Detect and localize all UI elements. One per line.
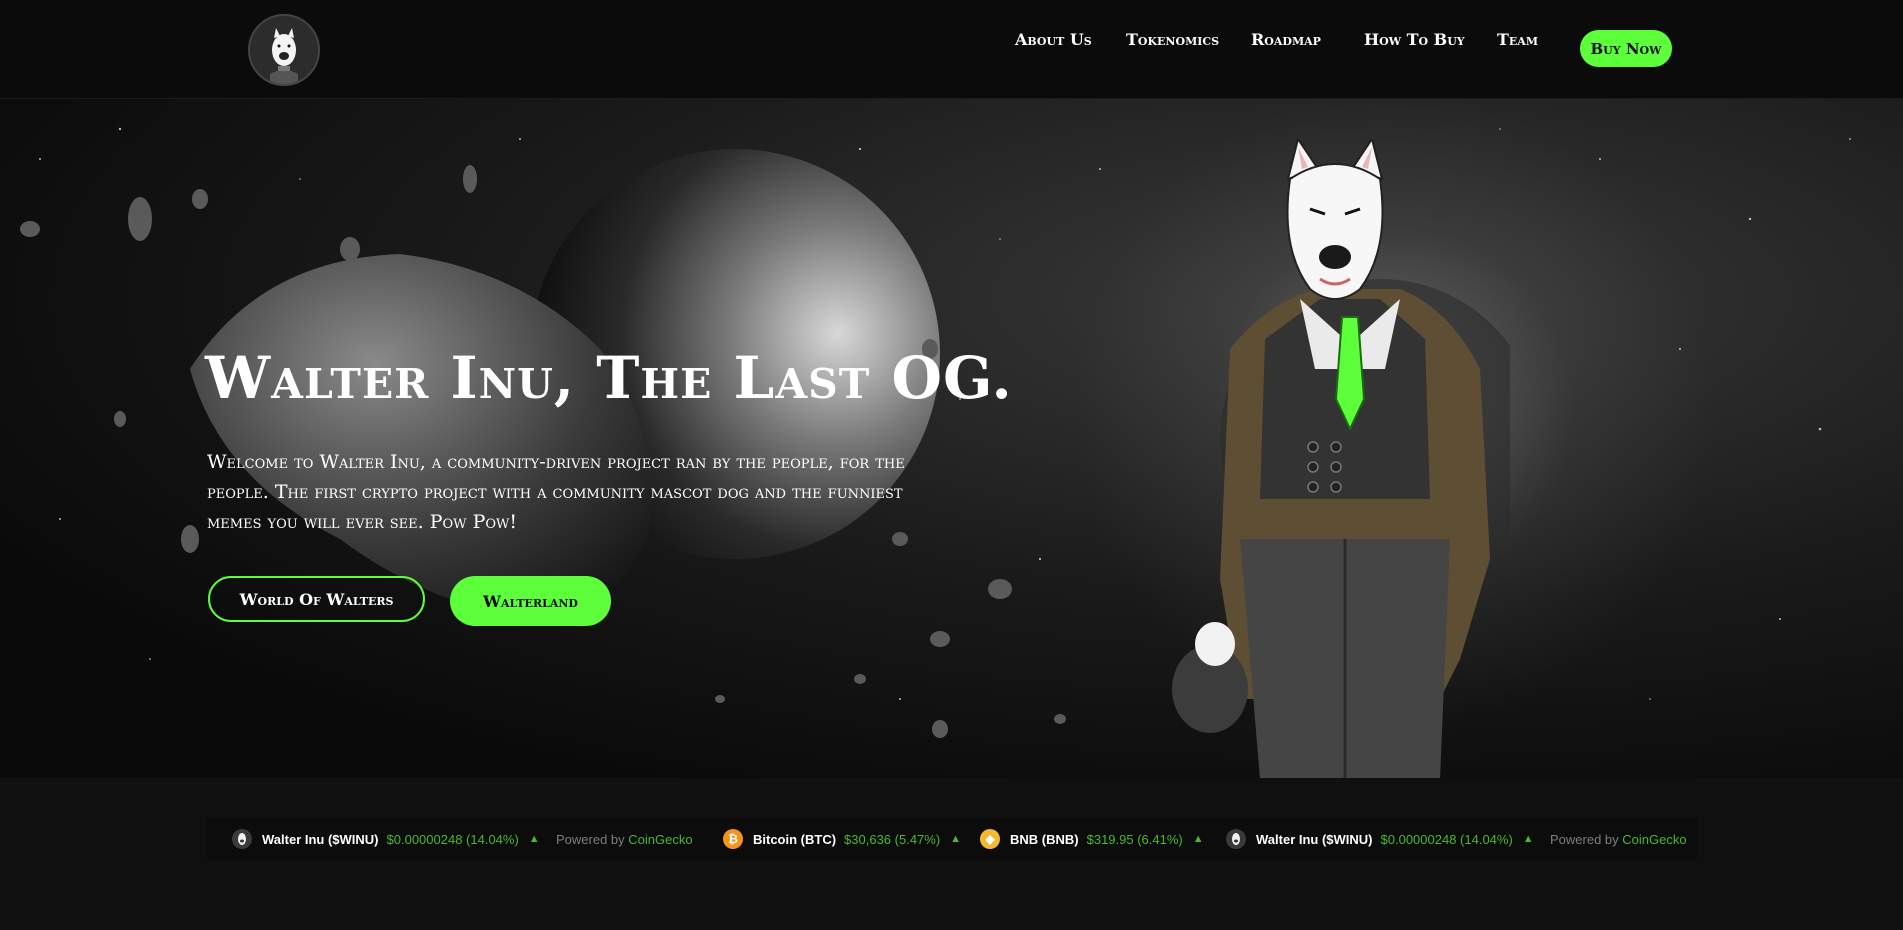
powered-by: Powered by CoinGecko bbox=[1550, 831, 1687, 847]
bnb-icon: ◆ bbox=[980, 829, 1000, 849]
walter-logo-icon[interactable] bbox=[248, 14, 320, 86]
buy-now-button[interactable]: Buy Now bbox=[1580, 30, 1672, 67]
price-ticker: Walter Inu ($WINU) $0.00000248 (14.04%) … bbox=[207, 817, 1697, 861]
price-up-arrow-icon: ▲ bbox=[1522, 833, 1534, 845]
hero-title: Walter Inu, The Last OG. bbox=[205, 344, 1013, 412]
ticker-item[interactable]: Walter Inu ($WINU) $0.00000248 (14.04%) … bbox=[1226, 817, 1534, 861]
nav-about-us[interactable]: About Us bbox=[1015, 30, 1092, 49]
price-up-arrow-icon: ▲ bbox=[1192, 833, 1204, 845]
coingecko-link[interactable]: CoinGecko bbox=[628, 832, 692, 847]
nav-team[interactable]: Team bbox=[1497, 30, 1538, 49]
coin-name: Walter Inu ($WINU) bbox=[262, 831, 379, 847]
nav-roadmap[interactable]: Roadmap bbox=[1251, 30, 1321, 49]
coingecko-link[interactable]: CoinGecko bbox=[1622, 832, 1686, 847]
hero-description: Welcome to Walter Inu, a community-drive… bbox=[207, 451, 905, 533]
ticker-item[interactable]: Walter Inu ($WINU) $0.00000248 (14.04%) … bbox=[232, 817, 540, 861]
coin-price: $30,636 (5.47%) bbox=[844, 831, 941, 847]
bitcoin-icon: ₿ bbox=[723, 829, 743, 849]
walter-mascot-image bbox=[1172, 139, 1510, 778]
space-background bbox=[20, 127, 1851, 738]
ticker-item[interactable]: ₿ Bitcoin (BTC) $30,636 (5.47%) ▲ bbox=[723, 817, 961, 861]
walterland-button[interactable]: Walterland bbox=[450, 576, 611, 626]
ticker-item[interactable]: ◆ BNB (BNB) $319.95 (6.41%) ▲ bbox=[980, 817, 1204, 861]
price-up-arrow-icon: ▲ bbox=[950, 833, 962, 845]
world-of-walters-button[interactable]: World Of Walters bbox=[208, 576, 425, 622]
price-up-arrow-icon: ▲ bbox=[528, 833, 540, 845]
hero-section: Walter Inu, The Last OG. Welcome to Walt… bbox=[0, 99, 1903, 778]
site-header: About Us Tokenomics Roadmap How To Buy T… bbox=[0, 0, 1903, 99]
coin-name: Walter Inu ($WINU) bbox=[1256, 831, 1373, 847]
powered-by: Powered by CoinGecko bbox=[556, 831, 693, 847]
coin-price: $0.00000248 (14.04%) bbox=[1380, 831, 1513, 847]
coin-price: $319.95 (6.41%) bbox=[1086, 831, 1183, 847]
nav-how-to-buy[interactable]: How To Buy bbox=[1364, 30, 1465, 49]
nav-tokenomics[interactable]: Tokenomics bbox=[1126, 30, 1219, 49]
coin-price: $0.00000248 (14.04%) bbox=[386, 831, 519, 847]
coin-name: Bitcoin (BTC) bbox=[753, 831, 837, 847]
coin-name: BNB (BNB) bbox=[1010, 831, 1079, 847]
walter-inu-icon bbox=[232, 829, 252, 849]
walter-inu-icon bbox=[1226, 829, 1246, 849]
